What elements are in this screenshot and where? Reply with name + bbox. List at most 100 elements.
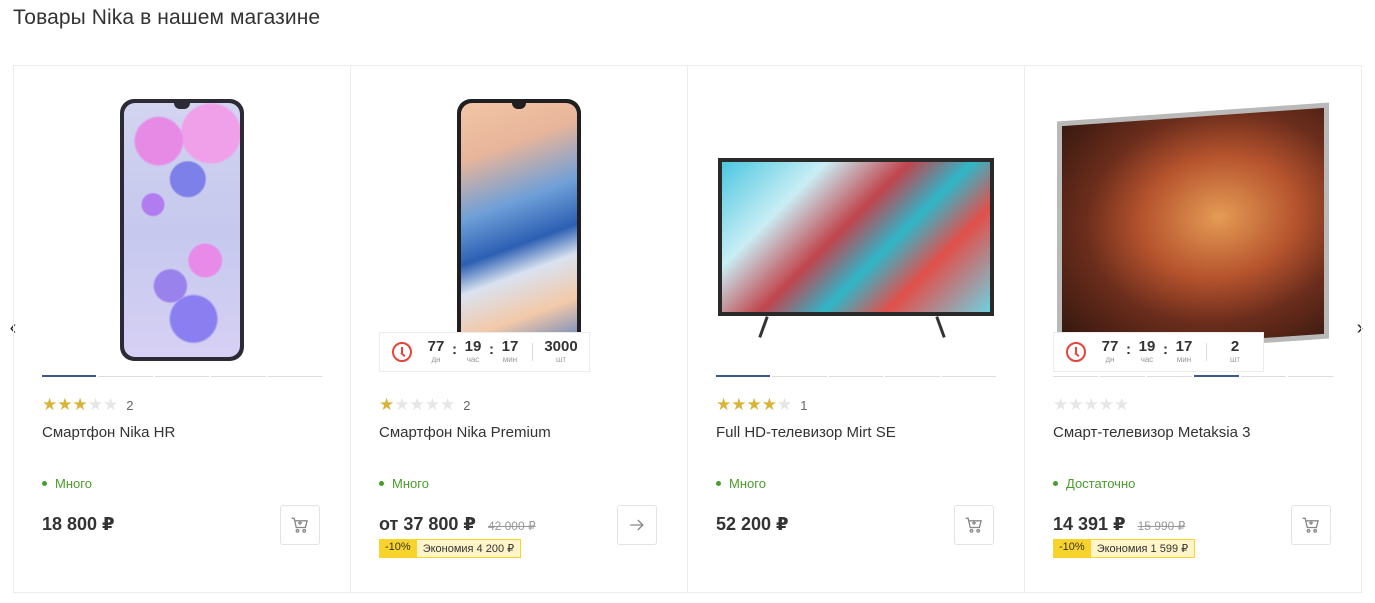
add-to-cart-button[interactable] [280, 505, 320, 545]
product-image[interactable] [42, 94, 322, 366]
product-card[interactable]: ★★★★★ 2 Смартфон Nika HR Много 18 800 ₽ [14, 66, 351, 592]
product-image[interactable] [716, 94, 996, 366]
tv-picture [1055, 102, 1331, 358]
timer-minutes-label: мин [1176, 355, 1192, 364]
promo-timer: 77 дн : 19 час : 17 мин 2 шт [1053, 332, 1264, 372]
cart-icon [965, 517, 982, 533]
cart-icon [1302, 517, 1319, 533]
product-card[interactable]: 77 дн : 19 час : 17 мин 3000 шт ★★★★★ 2 Смар… [351, 66, 688, 592]
stock-status: Много [42, 476, 92, 491]
timer-quantity: 3000 [544, 338, 578, 355]
slide-indicator[interactable] [716, 375, 771, 377]
slide-indicator[interactable] [1241, 376, 1286, 377]
rating-stars: ★★★★★ [379, 396, 455, 415]
review-count: 1 [800, 398, 808, 413]
product-card[interactable]: ★★★★★ 1 Full HD-телевизор Mirt SE Много … [688, 66, 1025, 592]
product-title[interactable]: Смарт-телевизор Metaksia 3 [1053, 424, 1250, 441]
star-empty-icon: ★ [1098, 395, 1114, 414]
add-to-cart-button[interactable] [954, 505, 994, 545]
old-price: 15 990 ₽ [1137, 519, 1186, 533]
discount-badge: -10% Экономия 1 599 ₽ [1053, 539, 1196, 558]
timer-days: 77 [427, 338, 445, 355]
old-price: 42 000 ₽ [487, 519, 536, 533]
product-title[interactable]: Смартфон Nika Premium [379, 424, 551, 441]
smartphone-picture [120, 99, 244, 361]
stock-label: Много [55, 476, 92, 491]
smartphone-picture [457, 99, 581, 361]
star-empty-icon: ★ [1053, 395, 1069, 414]
timer-hours: 19 [464, 338, 482, 355]
go-to-product-button[interactable] [617, 505, 657, 545]
timer-hours: 19 [1138, 338, 1156, 355]
star-filled-icon: ★ [746, 395, 762, 414]
add-to-cart-button[interactable] [1291, 505, 1331, 545]
section-title: Товары Nika в нашем магазине [13, 6, 321, 29]
rating: ★★★★★ 2 [379, 396, 470, 415]
timer-days-label: дн [431, 355, 441, 364]
discount-savings: Экономия 4 200 ₽ [416, 539, 522, 558]
star-filled-icon: ★ [57, 395, 73, 414]
slide-indicator[interactable] [941, 376, 997, 377]
rating: ★★★★★ 1 [716, 396, 807, 415]
image-slide-indicator [716, 375, 997, 377]
timer-hours-label: час [1140, 355, 1154, 364]
star-empty-icon: ★ [1083, 395, 1099, 414]
star-filled-icon: ★ [379, 395, 395, 414]
slide-indicator[interactable] [1100, 376, 1145, 377]
star-empty-icon: ★ [1068, 395, 1084, 414]
slide-indicator[interactable] [1147, 376, 1192, 377]
discount-badge: -10% Экономия 4 200 ₽ [379, 539, 522, 558]
star-empty-icon: ★ [424, 395, 440, 414]
stock-bullet-icon [1053, 481, 1058, 486]
review-count: 2 [126, 398, 134, 413]
slide-indicator[interactable] [1288, 376, 1333, 377]
slide-indicator[interactable] [828, 376, 884, 377]
timer-quantity-label: шт [555, 355, 567, 364]
timer-quantity: 2 [1230, 338, 1240, 355]
review-count: 2 [463, 398, 471, 413]
star-empty-icon: ★ [87, 395, 103, 414]
slide-indicator[interactable] [772, 376, 827, 377]
product-title[interactable]: Full HD-телевизор Mirt SE [716, 424, 896, 441]
arrow-right-icon [630, 519, 644, 531]
timer-days: 77 [1101, 338, 1119, 355]
stock-bullet-icon [379, 481, 384, 486]
star-filled-icon: ★ [42, 395, 58, 414]
timer-hours-label: час [466, 355, 480, 364]
slide-indicator[interactable] [267, 376, 323, 377]
price-row: 14 391 ₽ 15 990 ₽ [1053, 514, 1185, 535]
price: 18 800 ₽ [42, 514, 115, 534]
slide-indicator[interactable] [98, 376, 153, 377]
slide-indicator[interactable] [885, 376, 940, 377]
price-row: от 37 800 ₽ 42 000 ₽ [379, 514, 536, 535]
slide-indicator[interactable] [154, 376, 210, 377]
star-empty-icon: ★ [103, 395, 119, 414]
slide-indicator[interactable] [42, 375, 97, 377]
image-slide-indicator [1053, 375, 1333, 377]
timer-quantity-label: шт [1229, 355, 1241, 364]
star-filled-icon: ★ [716, 395, 732, 414]
product-image[interactable] [1053, 94, 1333, 366]
discount-percent: -10% [379, 539, 417, 558]
slide-indicator[interactable] [1053, 376, 1098, 377]
rating-stars: ★★★★★ [1053, 396, 1129, 415]
slide-indicator[interactable] [1194, 375, 1239, 377]
star-empty-icon: ★ [1114, 395, 1130, 414]
discount-savings: Экономия 1 599 ₽ [1090, 539, 1196, 558]
star-filled-icon: ★ [731, 395, 747, 414]
cart-icon [291, 517, 308, 533]
rating-stars: ★★★★★ [42, 396, 118, 415]
product-card[interactable]: 77 дн : 19 час : 17 мин 2 шт ★★★★★ Смарт-тел… [1025, 66, 1362, 592]
slide-indicator[interactable] [211, 376, 266, 377]
star-empty-icon: ★ [777, 395, 793, 414]
product-title[interactable]: Смартфон Nika HR [42, 424, 175, 441]
star-filled-icon: ★ [72, 395, 88, 414]
star-empty-icon: ★ [409, 395, 425, 414]
rating: ★★★★★ 2 [42, 396, 133, 415]
rating: ★★★★★ [1053, 396, 1137, 415]
stock-bullet-icon [716, 481, 721, 486]
timer-minutes: 17 [1175, 338, 1193, 355]
price: 14 391 ₽ [1053, 514, 1126, 534]
stock-label: Много [392, 476, 429, 491]
product-image[interactable] [379, 94, 659, 366]
